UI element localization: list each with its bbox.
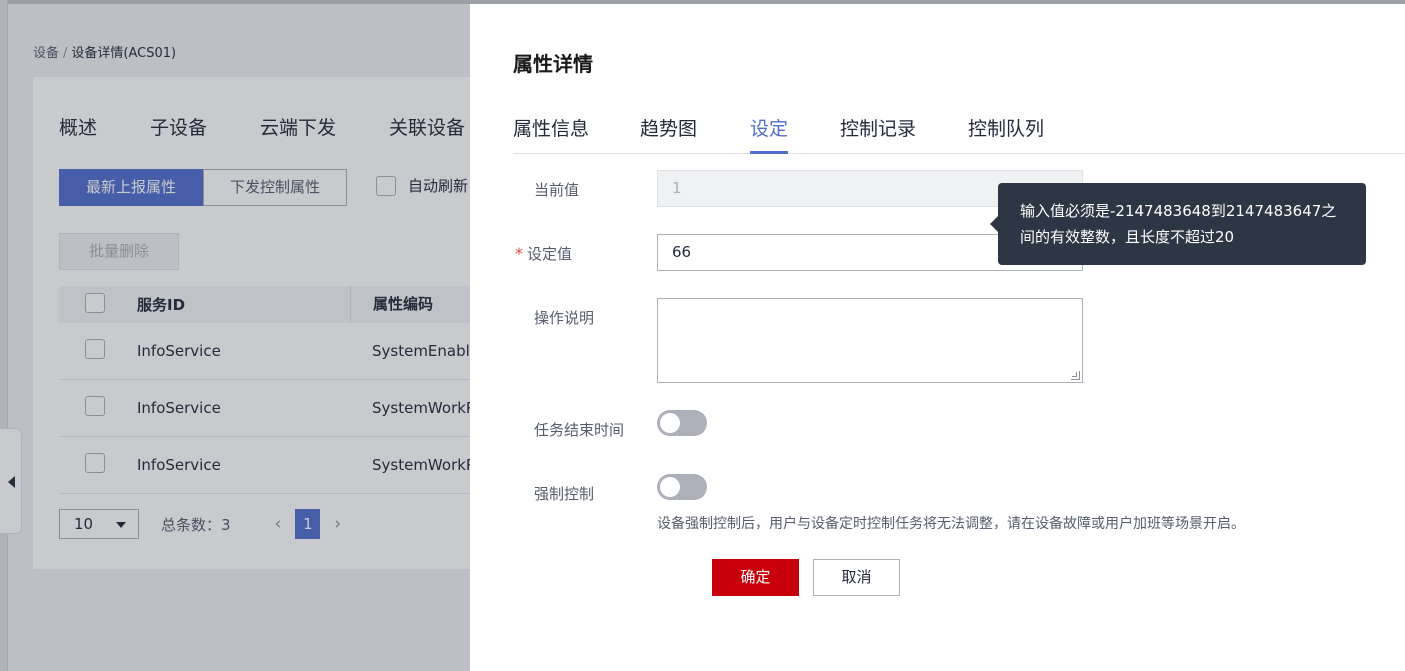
tab-trend-chart[interactable]: 趋势图 <box>640 114 697 141</box>
tab-control-records[interactable]: 控制记录 <box>840 114 916 141</box>
set-value-label: * 设定值 <box>515 243 572 264</box>
description-label: 操作说明 <box>534 309 595 327</box>
force-control-hint: 设备强制控制后，用户与设备定时控制任务将无法调整，请在设备故障或用户加班等场景开… <box>657 516 1245 532</box>
property-detail-drawer: 属性详情 属性信息 趋势图 设定 控制记录 控制队列 当前值 1 * 设定值 66… <box>470 4 1405 671</box>
tab-property-info[interactable]: 属性信息 <box>513 114 589 141</box>
tab-control-queue[interactable]: 控制队列 <box>968 114 1044 141</box>
force-control-switch[interactable] <box>657 474 707 500</box>
current-value-label: 当前值 <box>534 181 580 199</box>
required-mark: * <box>515 244 523 263</box>
cancel-button[interactable]: 取消 <box>813 559 900 596</box>
validation-tooltip: 输入值必须是-2147483648到2147483647之间的有效整数，且长度不… <box>990 183 1366 265</box>
switch-knob <box>660 477 680 497</box>
task-end-time-label: 任务结束时间 <box>534 421 625 439</box>
task-end-time-switch[interactable] <box>657 410 707 436</box>
tab-settings[interactable]: 设定 <box>750 114 789 154</box>
resize-grip-icon[interactable] <box>1071 371 1080 380</box>
description-textarea[interactable] <box>657 298 1083 383</box>
confirm-button[interactable]: 确定 <box>712 559 799 596</box>
drawer-title: 属性详情 <box>513 52 593 76</box>
switch-knob <box>660 413 680 433</box>
set-value-label-text: 设定值 <box>527 245 573 263</box>
drawer-tabs: 属性信息 趋势图 设定 控制记录 控制队列 <box>513 112 1405 154</box>
force-control-label: 强制控制 <box>534 485 595 503</box>
